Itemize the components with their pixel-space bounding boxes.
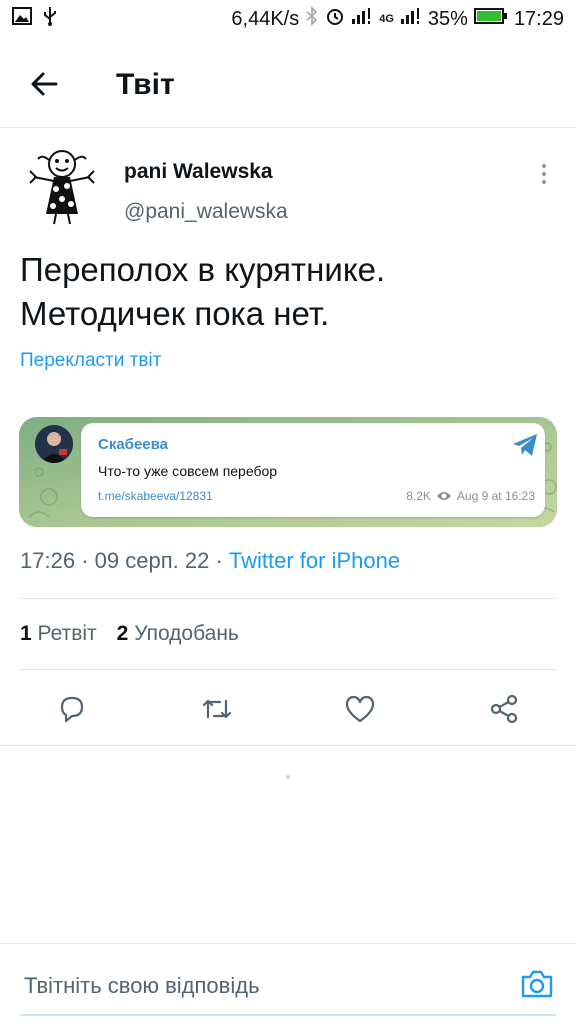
bluetooth-icon: [305, 5, 319, 32]
more-vertical-icon: [542, 164, 546, 168]
views-count: 8.2K: [406, 489, 431, 503]
channel-name: Скабеева: [98, 436, 168, 453]
telegram-plane-icon: [513, 434, 537, 456]
camera-icon: [521, 970, 553, 998]
message-bubble: Скабеева Что-то уже совсем перебор t.me/…: [81, 423, 545, 517]
alarm-icon: [325, 6, 345, 32]
back-arrow-icon: [31, 72, 58, 96]
likes-count: 2: [116, 622, 129, 645]
tweet-time: 17:26: [20, 548, 76, 573]
reply-icon: [60, 696, 84, 723]
usb-icon: [42, 6, 58, 32]
tweet-text: Переполох в курятнике. Методичек пока не…: [20, 248, 550, 336]
likes-label: Уподобань: [134, 622, 239, 645]
like-button[interactable]: [339, 688, 381, 730]
meta-separator: ·: [215, 548, 223, 573]
likes-stat[interactable]: 2 Уподобань: [117, 622, 239, 646]
retweets-count: 1: [20, 622, 32, 645]
actions-divider: [0, 745, 576, 746]
tweet-source[interactable]: Twitter for iPhone: [229, 548, 400, 573]
signal-icon: [351, 7, 373, 31]
channel-avatar: [35, 425, 73, 463]
tweet-stats: 1 Ретвіт 2 Уподобань: [20, 622, 239, 646]
more-options-button[interactable]: [532, 160, 556, 188]
image-icon: [12, 7, 32, 31]
retweet-icon: [202, 699, 232, 719]
network-type: 4G: [379, 13, 394, 25]
share-button[interactable]: [483, 688, 525, 730]
back-button[interactable]: [26, 66, 62, 102]
stats-divider: [20, 669, 556, 670]
channel-link[interactable]: t.me/skabeeva/12831: [98, 489, 213, 503]
retweets-label: Ретвіт: [37, 622, 97, 645]
page-title: Твіт: [116, 68, 175, 101]
reply-input[interactable]: Твітніть свою відповідь: [24, 973, 260, 999]
signal-icon-2: [400, 7, 422, 31]
tweet-meta: 17:26 · 09 серп. 22 · Twitter for iPhone: [20, 548, 400, 574]
reply-bar: Твітніть свою відповідь: [0, 944, 576, 1024]
tweet-actions: [0, 688, 576, 730]
header-divider: [0, 127, 576, 128]
battery-level: 35%: [427, 7, 468, 30]
eye-icon: [436, 492, 451, 500]
tweet-date: 09 серп. 22: [94, 548, 210, 573]
share-icon: [490, 694, 518, 724]
reply-button[interactable]: [51, 688, 93, 730]
retweet-button[interactable]: [196, 688, 238, 730]
status-bar: 6,44K/s 4G 35% 17:29: [0, 0, 576, 38]
app-header: Твіт: [0, 48, 576, 120]
like-icon: [345, 695, 375, 723]
reply-underline: [20, 1014, 556, 1016]
clock: 17:29: [513, 7, 564, 30]
author-handle[interactable]: @pani_walewska: [124, 200, 288, 224]
message-date: Aug 9 at 16:23: [456, 489, 535, 503]
meta-divider: [20, 598, 556, 599]
tweet-text-line: Переполох в курятнике.: [20, 251, 386, 288]
author-name[interactable]: pani Walewska: [124, 160, 273, 184]
translate-link[interactable]: Перекласти твіт: [20, 350, 161, 372]
network-speed: 6,44K/s: [231, 7, 300, 30]
avatar[interactable]: [20, 144, 104, 228]
meta-separator: ·: [81, 548, 89, 573]
loading-indicator: [286, 775, 290, 779]
battery-icon: [473, 7, 508, 31]
channel-message: Что-то уже совсем перебор: [98, 463, 278, 479]
retweets-stat[interactable]: 1 Ретвіт: [20, 622, 97, 646]
camera-button[interactable]: [519, 966, 555, 1002]
message-meta: 8.2K Aug 9 at 16:23: [406, 489, 535, 503]
tweet-text-line: Методичек пока нет.: [20, 295, 330, 332]
link-card[interactable]: Скабеева Что-то уже совсем перебор t.me/…: [19, 417, 557, 527]
